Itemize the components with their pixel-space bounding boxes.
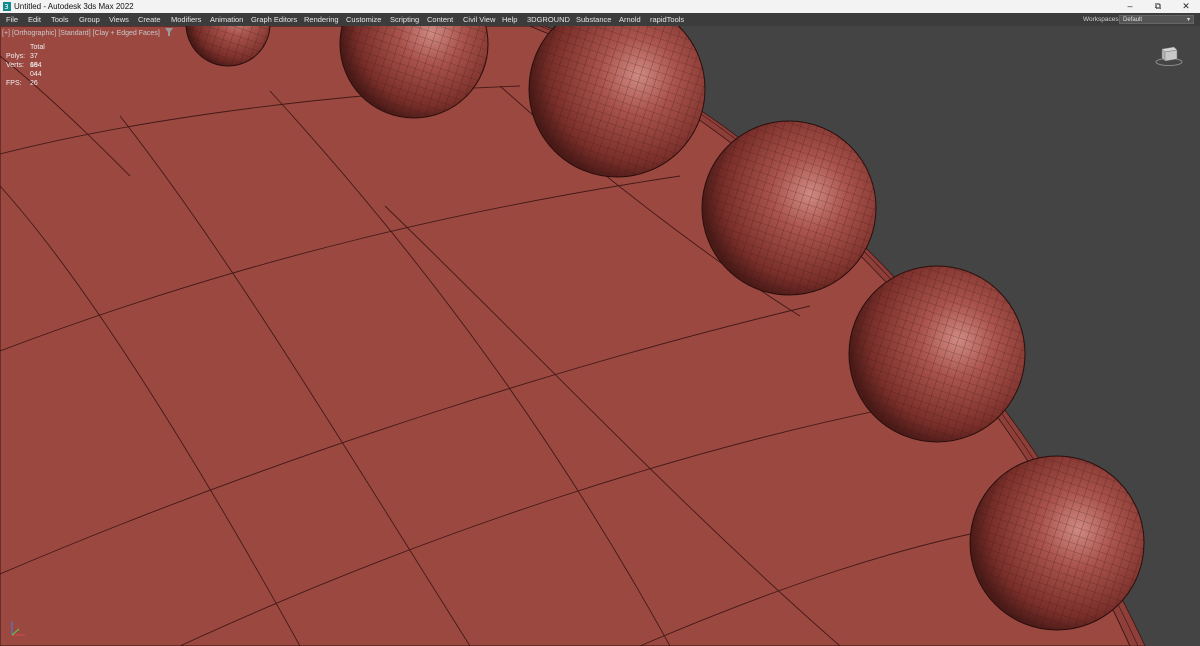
workspaces-dropdown[interactable]: Default ▾ (1119, 15, 1194, 24)
viewport-menu-plus[interactable]: [+] (2, 30, 10, 37)
minimize-button[interactable]: – (1116, 0, 1144, 13)
viewport-scene (0, 26, 1146, 646)
menu-arnold[interactable]: Arnold (619, 13, 641, 26)
viewport-shading-label[interactable]: [Standard] (58, 30, 90, 37)
stats-total-label: Total (30, 44, 45, 51)
close-button[interactable]: ✕ (1172, 0, 1200, 13)
menu-views[interactable]: Views (109, 13, 129, 26)
menu-rapidtools[interactable]: rapidTools (650, 13, 684, 26)
menu-file[interactable]: File (6, 13, 18, 26)
menu-group[interactable]: Group (79, 13, 100, 26)
menu-rendering[interactable]: Rendering (304, 13, 339, 26)
svg-text:3: 3 (4, 3, 8, 11)
menu-modifiers[interactable]: Modifiers (171, 13, 201, 26)
viewport-view-label[interactable]: [Orthographic] (12, 30, 56, 37)
menu-civil-view[interactable]: Civil View (463, 13, 495, 26)
menu-edit[interactable]: Edit (28, 13, 41, 26)
stats-polys-label: Polys: (6, 53, 26, 60)
workspaces-label: Workspaces: (1083, 16, 1121, 23)
stats-fps-value: 26 (30, 80, 38, 87)
menu-scripting[interactable]: Scripting (390, 13, 419, 26)
chevron-down-icon: ▾ (1186, 17, 1190, 23)
menu-3dground[interactable]: 3DGROUND (527, 13, 570, 26)
restore-button[interactable]: ⧉ (1144, 0, 1172, 13)
menu-graph-editors[interactable]: Graph Editors (251, 13, 297, 26)
viewport-mode-label[interactable]: [Clay + Edged Faces] (93, 30, 160, 37)
workspaces-value: Default (1123, 17, 1143, 23)
filter-icon[interactable] (165, 28, 173, 36)
title-bar: 3 Untitled - Autodesk 3ds Max 2022 – ⧉ ✕ (0, 0, 1200, 13)
menu-animation[interactable]: Animation (210, 13, 243, 26)
menu-create[interactable]: Create (138, 13, 161, 26)
menu-substance[interactable]: Substance (576, 13, 611, 26)
viewport-label[interactable]: [+] [Orthographic] [Standard] [Clay + Edged… (2, 29, 162, 38)
menu-customize[interactable]: Customize (346, 13, 381, 26)
stats-verts-label: Verts: (6, 62, 24, 69)
menu-tools[interactable]: Tools (51, 13, 69, 26)
axis-tripod-icon (11, 621, 25, 636)
window-title: Untitled - Autodesk 3ds Max 2022 (14, 2, 134, 11)
viewcube-icon[interactable] (1155, 43, 1183, 67)
menu-help[interactable]: Help (502, 13, 517, 26)
viewport-orthographic[interactable]: [+] [Orthographic] [Standard] [Clay + Edged… (0, 26, 1200, 646)
stats-fps-label: FPS: (6, 80, 22, 87)
menu-bar: File Edit Tools Group Views Create Modif… (0, 13, 1200, 26)
stats-verts-value: 19 044 (30, 62, 42, 78)
menu-content[interactable]: Content (427, 13, 453, 26)
3dsmax-app-icon: 3 (3, 2, 11, 11)
